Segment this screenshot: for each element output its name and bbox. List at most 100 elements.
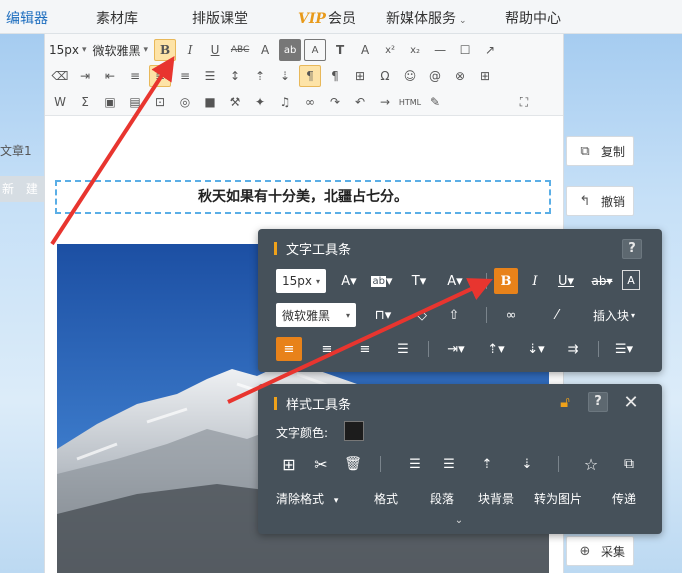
paragraph-after-icon[interactable]: ⇣ — [274, 65, 296, 87]
stamp-icon[interactable]: ⚒ — [224, 91, 246, 113]
italic-icon[interactable]: I — [179, 39, 201, 61]
undo-button[interactable]: ↰ 撤销 — [566, 186, 634, 216]
nav-new-media-services[interactable]: 新媒体服务 ⌄ — [386, 8, 467, 28]
preview-icon[interactable]: ✎ — [424, 91, 446, 113]
music-icon[interactable]: ♫ — [274, 91, 296, 113]
style-toolbar-help-button[interactable]: ? — [588, 392, 608, 412]
sort-down-icon[interactable]: ⇣ — [516, 452, 538, 476]
block-background-button[interactable]: 块背景 — [478, 490, 514, 507]
article-headline[interactable]: 秋天如果有十分美，北疆占七分。 — [55, 180, 551, 214]
text-toolbar-help-button[interactable]: ? — [622, 239, 642, 259]
paragraph-before-icon[interactable]: ⇡ — [249, 65, 271, 87]
share-icon[interactable]: ⇧ — [444, 303, 464, 327]
html-source-icon[interactable]: HTML — [399, 91, 421, 113]
first-line-indent-icon[interactable]: ⇉ — [562, 337, 584, 361]
lock-icon[interactable]: 🔓︎ — [554, 390, 576, 414]
scissors-icon[interactable]: ✂ — [310, 452, 332, 476]
indent-icon[interactable]: ⇥▾ — [442, 337, 470, 361]
list-icon[interactable]: ☰▾ — [610, 337, 638, 361]
paragraph-after-icon[interactable]: ⇣▾ — [522, 337, 550, 361]
edit-external-icon[interactable]: ↗ — [479, 39, 501, 61]
format-lines-icon[interactable]: ☰ — [404, 452, 426, 476]
formula-icon[interactable]: Σ — [74, 91, 96, 113]
highlight-icon[interactable]: ab — [279, 39, 302, 61]
align-center-icon[interactable]: ≡ — [149, 65, 171, 87]
line-height-icon[interactable]: ↕ — [224, 65, 246, 87]
trash-icon[interactable]: 🗑︎ — [342, 452, 364, 476]
strikethrough-icon[interactable]: ABC — [229, 39, 251, 61]
video-icon[interactable]: ■ — [199, 91, 221, 113]
link-icon[interactable]: ∞ — [299, 91, 321, 113]
clear-format-button[interactable]: 清除格式 ▾ — [276, 490, 338, 507]
special-char-icon[interactable]: Ω — [374, 65, 396, 87]
font-size-select[interactable]: 15px ▾ — [49, 39, 87, 61]
text-color-swatch[interactable] — [344, 421, 364, 441]
paragraph-mark-icon[interactable]: ¶ — [299, 65, 321, 87]
text-style-icon[interactable]: T▾ — [406, 269, 432, 293]
bold-icon[interactable]: B — [154, 39, 177, 61]
article-tab-label[interactable]: 文章1 — [0, 142, 32, 159]
align-left-icon[interactable]: ≡ — [316, 337, 338, 361]
strikethrough-icon[interactable]: ab▾ — [586, 269, 618, 293]
underline-icon[interactable]: U▾ — [552, 269, 580, 293]
add-icon[interactable]: ⊞ — [278, 452, 300, 476]
text-border-icon[interactable]: A — [622, 270, 640, 290]
italic-icon[interactable]: I — [524, 269, 546, 293]
paragraph-button[interactable]: 段落 — [430, 490, 454, 507]
star-icon[interactable]: ☆ — [580, 452, 602, 476]
letter-spacing-icon[interactable]: A — [354, 39, 376, 61]
table-icon[interactable]: ⊞ — [474, 65, 496, 87]
fullscreen-icon[interactable]: ⛶ — [513, 91, 535, 113]
attachment-icon[interactable]: ⊡ — [149, 91, 171, 113]
paragraph-before-icon[interactable]: ⇡▾ — [482, 337, 510, 361]
subscript-icon[interactable]: x₂ — [404, 39, 426, 61]
superscript-icon[interactable]: x² — [379, 39, 401, 61]
collect-button[interactable]: ⊕ 采集 — [566, 536, 634, 566]
horizontal-rule-icon[interactable]: — — [429, 39, 451, 61]
eraser-icon[interactable]: ◇ — [412, 303, 432, 327]
blank-page-icon[interactable]: ☐ — [454, 39, 476, 61]
emoji-icon[interactable]: ☺ — [399, 65, 421, 87]
underline-icon[interactable]: U — [204, 39, 226, 61]
transfer-icon[interactable]: ⧉ — [618, 452, 640, 476]
forward-icon[interactable]: → — [374, 91, 396, 113]
bold-icon[interactable]: B — [494, 268, 518, 294]
align-right-icon[interactable]: ≡ — [174, 65, 196, 87]
panel-font-size-select[interactable]: 15px ▾ — [276, 269, 326, 293]
text-style-icon[interactable]: T — [329, 39, 351, 61]
copy-button[interactable]: ⧉ 复制 — [566, 136, 634, 166]
pass-on-button[interactable]: 传递 — [612, 490, 636, 507]
font-color-icon[interactable]: A — [254, 39, 276, 61]
magic-wand-icon[interactable]: ✦ — [249, 91, 271, 113]
search-replace-icon[interactable]: ⊗ — [449, 65, 471, 87]
format-painter-icon[interactable]: ⊓▾ — [368, 303, 398, 327]
align-justify-icon[interactable]: ☰ — [199, 65, 221, 87]
highlight-icon[interactable]: ab ▾ — [368, 269, 396, 293]
format-painter-icon[interactable]: ⊞ — [349, 65, 371, 87]
image-icon[interactable]: ▣ — [99, 91, 121, 113]
font-color-icon[interactable]: A▾ — [336, 269, 362, 293]
text-border-icon[interactable]: A — [304, 39, 327, 61]
convert-to-image-button[interactable]: 转为图片 — [534, 490, 582, 507]
nav-layout-class[interactable]: 排版课堂 — [192, 8, 248, 28]
align-left-icon[interactable]: ≡ — [124, 65, 146, 87]
link-icon[interactable]: ∞ — [500, 303, 522, 327]
nav-help-center[interactable]: 帮助中心 — [505, 8, 561, 28]
eraser-icon[interactable]: ⌫ — [49, 65, 71, 87]
multi-image-icon[interactable]: ▤ — [124, 91, 146, 113]
sort-up-icon[interactable]: ⇡ — [476, 452, 498, 476]
nav-vip[interactable]: VIP 会员 — [298, 8, 356, 28]
text-direction-icon[interactable]: ¶ — [324, 65, 346, 87]
chevron-down-icon[interactable]: ⌄ — [450, 512, 468, 528]
unlink-icon[interactable]: ⁄ — [546, 303, 568, 327]
undo-icon[interactable]: ↶ — [349, 91, 371, 113]
paragraph-lines-icon[interactable]: ☰ — [438, 452, 460, 476]
panel-font-family-select[interactable]: 微软雅黑 ▾ — [276, 303, 356, 327]
outdent-icon[interactable]: ⇤ — [99, 65, 121, 87]
indent-icon[interactable]: ⇥ — [74, 65, 96, 87]
at-sign-icon[interactable]: @ — [424, 65, 446, 87]
align-center-icon[interactable]: ≡ — [276, 337, 302, 361]
font-family-select[interactable]: 微软雅黑 ▾ — [93, 39, 149, 61]
nav-editor[interactable]: 编辑器 — [6, 8, 48, 28]
new-article-button[interactable]: 新 建 — [0, 176, 44, 202]
